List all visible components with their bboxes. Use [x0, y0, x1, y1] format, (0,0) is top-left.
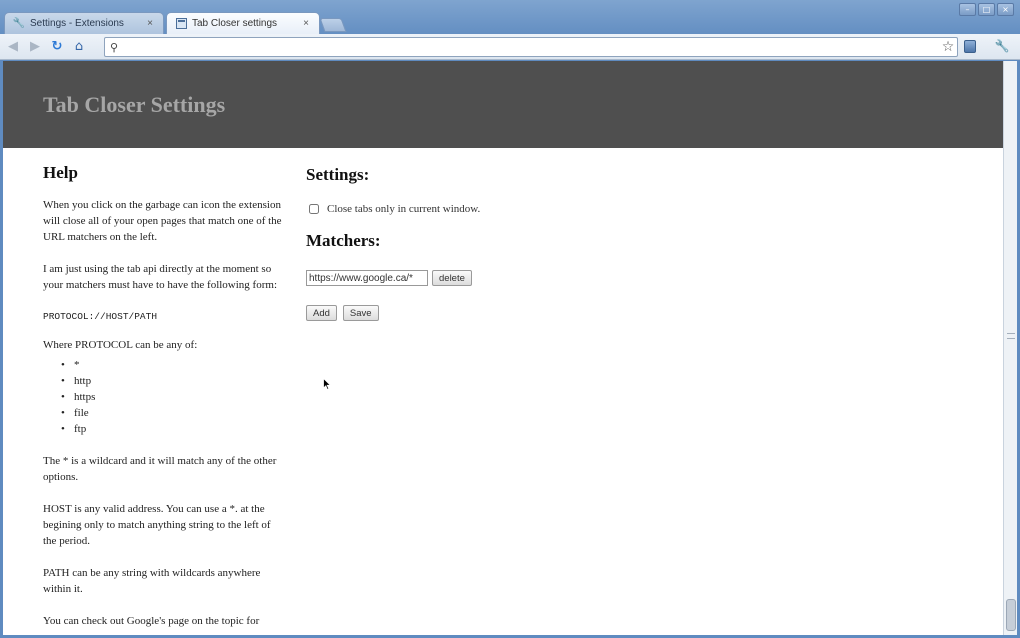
current-window-option: Close tabs only in current window.: [306, 203, 706, 215]
new-tab-button[interactable]: [319, 18, 347, 32]
settings-heading: Settings:: [306, 165, 370, 184]
forward-button[interactable]: ▶: [26, 38, 44, 56]
address-input[interactable]: [123, 39, 939, 55]
help-paragraph: Where PROTOCOL can be any of:: [43, 339, 198, 351]
help-heading: Help: [43, 163, 78, 182]
extension-icon[interactable]: [962, 38, 978, 54]
omnibox[interactable]: ⚲ ☆: [104, 37, 958, 57]
protocol-list: • * • http • https • file • ftp: [61, 357, 283, 437]
tab-tab-closer-settings[interactable]: Tab Closer settings ×: [166, 12, 320, 34]
window-controls: – □ ×: [959, 3, 1014, 16]
help-paragraph: I am just using the tab api directly at …: [43, 263, 277, 291]
wrench-icon: 🔧: [12, 18, 26, 29]
mouse-cursor-icon: [323, 378, 331, 390]
list-item: • *: [61, 359, 80, 371]
list-item: • file: [61, 407, 89, 419]
help-paragraph: When you click on the garbage can icon t…: [43, 199, 282, 243]
matchers-heading: Matchers:: [306, 231, 381, 250]
tab-extensions[interactable]: 🔧 Settings - Extensions ×: [4, 12, 164, 34]
add-button[interactable]: Add: [306, 305, 337, 321]
back-button[interactable]: ◀: [4, 38, 22, 56]
help-paragraph: You can check out Google's page on the t…: [43, 615, 260, 627]
browser-window: 🔧 Settings - Extensions × Tab Closer set…: [0, 0, 1020, 638]
delete-button[interactable]: delete: [432, 270, 472, 286]
help-paragraph: PATH can be any string with wildcards an…: [43, 567, 261, 595]
save-button[interactable]: Save: [342, 305, 379, 321]
checkbox-label: Close tabs only in current window.: [327, 203, 481, 215]
search-icon: ⚲: [109, 40, 119, 54]
tab-close-icon[interactable]: ×: [301, 18, 311, 29]
tab-close-icon[interactable]: ×: [145, 18, 155, 29]
list-item: • ftp: [61, 423, 87, 435]
action-buttons: Add Save: [306, 305, 706, 321]
bookmark-star-icon[interactable]: ☆: [939, 39, 957, 55]
tab-strip: 🔧 Settings - Extensions × Tab Closer set…: [0, 0, 1020, 34]
home-button[interactable]: ⌂: [70, 38, 88, 56]
page-title: Tab Closer Settings: [43, 92, 226, 117]
list-item: • http: [61, 375, 92, 387]
wrench-menu-icon[interactable]: 🔧: [994, 38, 1010, 54]
help-paragraph: The * is a wildcard and it will match an…: [43, 455, 277, 483]
scrollbar-thumb[interactable]: [1006, 599, 1016, 631]
settings-section: Settings: Close tabs only in current win…: [306, 165, 706, 321]
page-viewport: Tab Closer Settings Help When you click …: [3, 61, 1017, 635]
tab-label: Tab Closer settings: [192, 18, 278, 29]
browser-toolbar: ◀ ▶ ↻ ⌂ ⚲ ☆ 🔧: [0, 34, 1020, 60]
reload-button[interactable]: ↻: [48, 38, 66, 56]
vertical-scrollbar[interactable]: [1003, 61, 1017, 635]
close-window-button[interactable]: ×: [997, 3, 1014, 16]
maximize-button[interactable]: □: [978, 3, 995, 16]
current-window-checkbox[interactable]: [309, 204, 319, 214]
help-paragraph: HOST is any valid address. You can use a…: [43, 503, 271, 547]
minimize-button[interactable]: –: [959, 3, 976, 16]
page-icon: [175, 18, 187, 30]
matcher-row: delete: [306, 270, 706, 286]
url-format-code: PROTOCOL://HOST/PATH: [43, 311, 158, 322]
page-header: Tab Closer Settings: [3, 61, 1005, 148]
toolbar-right: 🔧: [962, 38, 1010, 54]
list-item: • https: [61, 391, 96, 403]
matcher-input[interactable]: [306, 270, 428, 286]
scrollbar-grip-icon: [1007, 333, 1015, 339]
help-section: Help When you click on the garbage can i…: [43, 163, 283, 635]
tab-label: Settings - Extensions: [30, 18, 124, 29]
